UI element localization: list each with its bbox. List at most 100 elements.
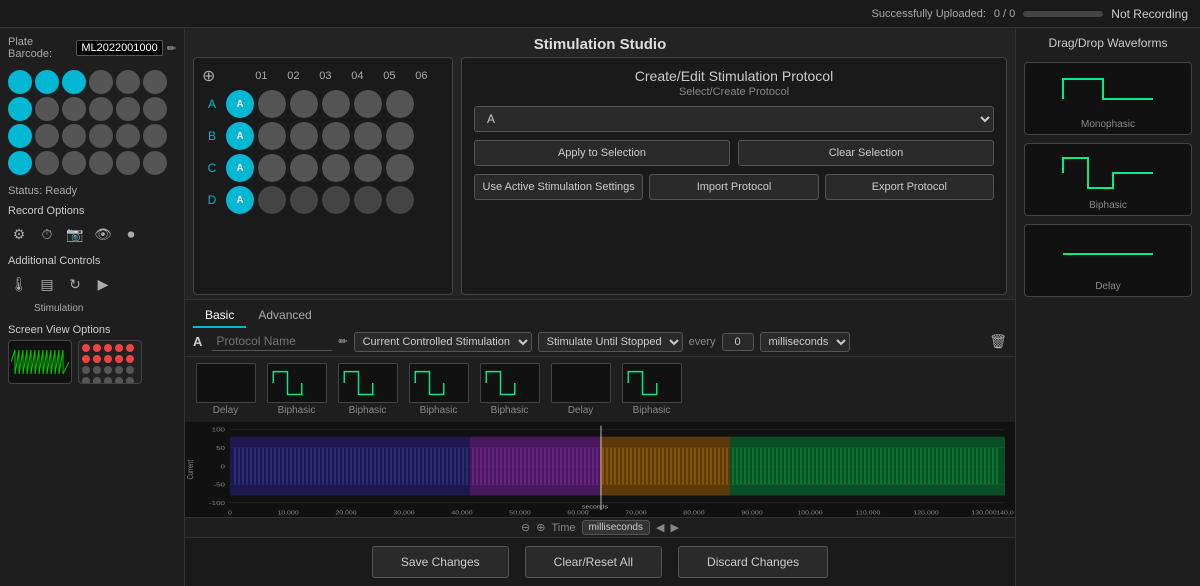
well-d2[interactable] [35, 151, 59, 175]
well-a5[interactable] [116, 70, 140, 94]
waveform-block-0[interactable]: Delay [193, 363, 258, 416]
well-c5[interactable] [116, 124, 140, 148]
tab-advanced[interactable]: Advanced [246, 304, 323, 328]
save-changes-button[interactable]: Save Changes [372, 546, 509, 578]
timer-icon[interactable]: ⏱ [36, 223, 58, 245]
well-a6[interactable] [143, 70, 167, 94]
edit-barcode-icon[interactable]: ✏ [167, 42, 176, 55]
well-c3-grid[interactable] [290, 154, 318, 182]
well-d3-grid[interactable] [290, 186, 318, 214]
well-c5-grid[interactable] [354, 154, 382, 182]
well-d4-grid[interactable] [322, 186, 350, 214]
well-c2[interactable] [35, 124, 59, 148]
well-a2[interactable] [35, 70, 59, 94]
well-c2-grid[interactable] [258, 154, 286, 182]
zoom-out-icon[interactable]: ⊖ [521, 521, 530, 534]
well-b4-grid[interactable] [322, 122, 350, 150]
waveform-block-1[interactable]: Biphasic [264, 363, 329, 416]
refresh-icon[interactable]: ↻ [64, 273, 86, 295]
well-b5-grid[interactable] [354, 122, 382, 150]
eye-icon[interactable]: 👁 [92, 223, 114, 245]
well-c6[interactable] [143, 124, 167, 148]
clear-reset-all-button[interactable]: Clear/Reset All [525, 546, 662, 578]
well-b3[interactable] [62, 97, 86, 121]
stim-icon[interactable]: ▤ [36, 273, 58, 295]
delay-waveform-card[interactable]: Delay [1024, 224, 1192, 297]
well-b4[interactable] [89, 97, 113, 121]
well-b3-grid[interactable] [290, 122, 318, 150]
export-protocol-button[interactable]: Export Protocol [825, 174, 994, 200]
well-b2[interactable] [35, 97, 59, 121]
biphasic-waveform-card[interactable]: Biphasic [1024, 143, 1192, 216]
well-c1-grid[interactable]: A [226, 154, 254, 182]
record-icon[interactable]: ⏺ [120, 223, 142, 245]
settings-icon[interactable]: ⚙ [8, 223, 30, 245]
additional-controls-label: Additional Controls [8, 255, 176, 267]
well-a5-grid[interactable] [354, 90, 382, 118]
apply-to-selection-button[interactable]: Apply to Selection [474, 140, 730, 166]
well-d3[interactable] [62, 151, 86, 175]
waveform-block-3[interactable]: Biphasic [406, 363, 471, 416]
scroll-right-icon[interactable]: ▶ [670, 521, 678, 534]
well-d4[interactable] [89, 151, 113, 175]
well-a2-grid[interactable] [258, 90, 286, 118]
waveform-block-2[interactable]: Biphasic [335, 363, 400, 416]
well-a3-grid[interactable] [290, 90, 318, 118]
zoom-in-icon[interactable]: ⊕ [536, 521, 545, 534]
play-icon[interactable]: ▶ [92, 273, 114, 295]
screen-view-section: Screen View Options [8, 324, 176, 384]
well-d2-grid[interactable] [258, 186, 286, 214]
delete-icon[interactable]: 🗑 [989, 333, 1007, 350]
waveform-block-4[interactable]: Biphasic [477, 363, 542, 416]
well-d5[interactable] [116, 151, 140, 175]
well-c6-grid[interactable] [386, 154, 414, 182]
well-b6-grid[interactable] [386, 122, 414, 150]
well-b1[interactable] [8, 97, 32, 121]
svg-text:seconds: seconds [582, 504, 608, 510]
temperature-icon[interactable]: 🌡 [8, 273, 30, 295]
recording-status: Not Recording [1111, 7, 1188, 21]
tab-basic[interactable]: Basic [193, 304, 246, 328]
dots-thumbnail[interactable] [78, 340, 142, 384]
well-a4[interactable] [89, 70, 113, 94]
svg-text:-50: -50 [213, 482, 225, 488]
additional-controls-icons: 🌡 ▤ ↻ ▶ [8, 273, 176, 295]
monophasic-waveform-card[interactable]: Monophasic [1024, 62, 1192, 135]
discard-changes-button[interactable]: Discard Changes [678, 546, 828, 578]
well-d6-grid[interactable] [386, 186, 414, 214]
protocol-select[interactable]: A [474, 106, 994, 132]
waveform-block-6[interactable]: Biphasic [619, 363, 684, 416]
waveform-block-5[interactable]: Delay [548, 363, 613, 416]
well-c4[interactable] [89, 124, 113, 148]
well-d6[interactable] [143, 151, 167, 175]
well-b6[interactable] [143, 97, 167, 121]
well-c4-grid[interactable] [322, 154, 350, 182]
well-a6-grid[interactable] [386, 90, 414, 118]
clear-selection-button[interactable]: Clear Selection [738, 140, 994, 166]
well-a4-grid[interactable] [322, 90, 350, 118]
scroll-left-icon[interactable]: ◀ [656, 521, 664, 534]
well-a1[interactable] [8, 70, 32, 94]
protocol-name-input[interactable] [212, 332, 332, 351]
well-d1[interactable] [8, 151, 32, 175]
snapshot-icon[interactable]: 📷 [64, 223, 86, 245]
every-unit-select[interactable]: milliseconds [760, 332, 850, 352]
every-input[interactable] [722, 333, 754, 351]
well-b5[interactable] [116, 97, 140, 121]
well-d5-grid[interactable] [354, 186, 382, 214]
stim-type-select[interactable]: Current Controlled Stimulation [354, 332, 532, 352]
well-a1-grid[interactable]: A [226, 90, 254, 118]
well-d1-grid[interactable]: A [226, 186, 254, 214]
pencil-icon[interactable]: ✏ [338, 335, 347, 348]
import-protocol-button[interactable]: Import Protocol [649, 174, 818, 200]
well-a3[interactable] [62, 70, 86, 94]
well-b1-grid[interactable]: A [226, 122, 254, 150]
stim-until-select[interactable]: Stimulate Until Stopped [538, 332, 683, 352]
milliseconds-badge[interactable]: milliseconds [582, 520, 650, 535]
use-active-settings-button[interactable]: Use Active Stimulation Settings [474, 174, 643, 200]
waveform-thumbnail[interactable] [8, 340, 72, 384]
add-icon[interactable]: ⊕ [202, 66, 215, 86]
well-c1[interactable] [8, 124, 32, 148]
well-c3[interactable] [62, 124, 86, 148]
well-b2-grid[interactable] [258, 122, 286, 150]
